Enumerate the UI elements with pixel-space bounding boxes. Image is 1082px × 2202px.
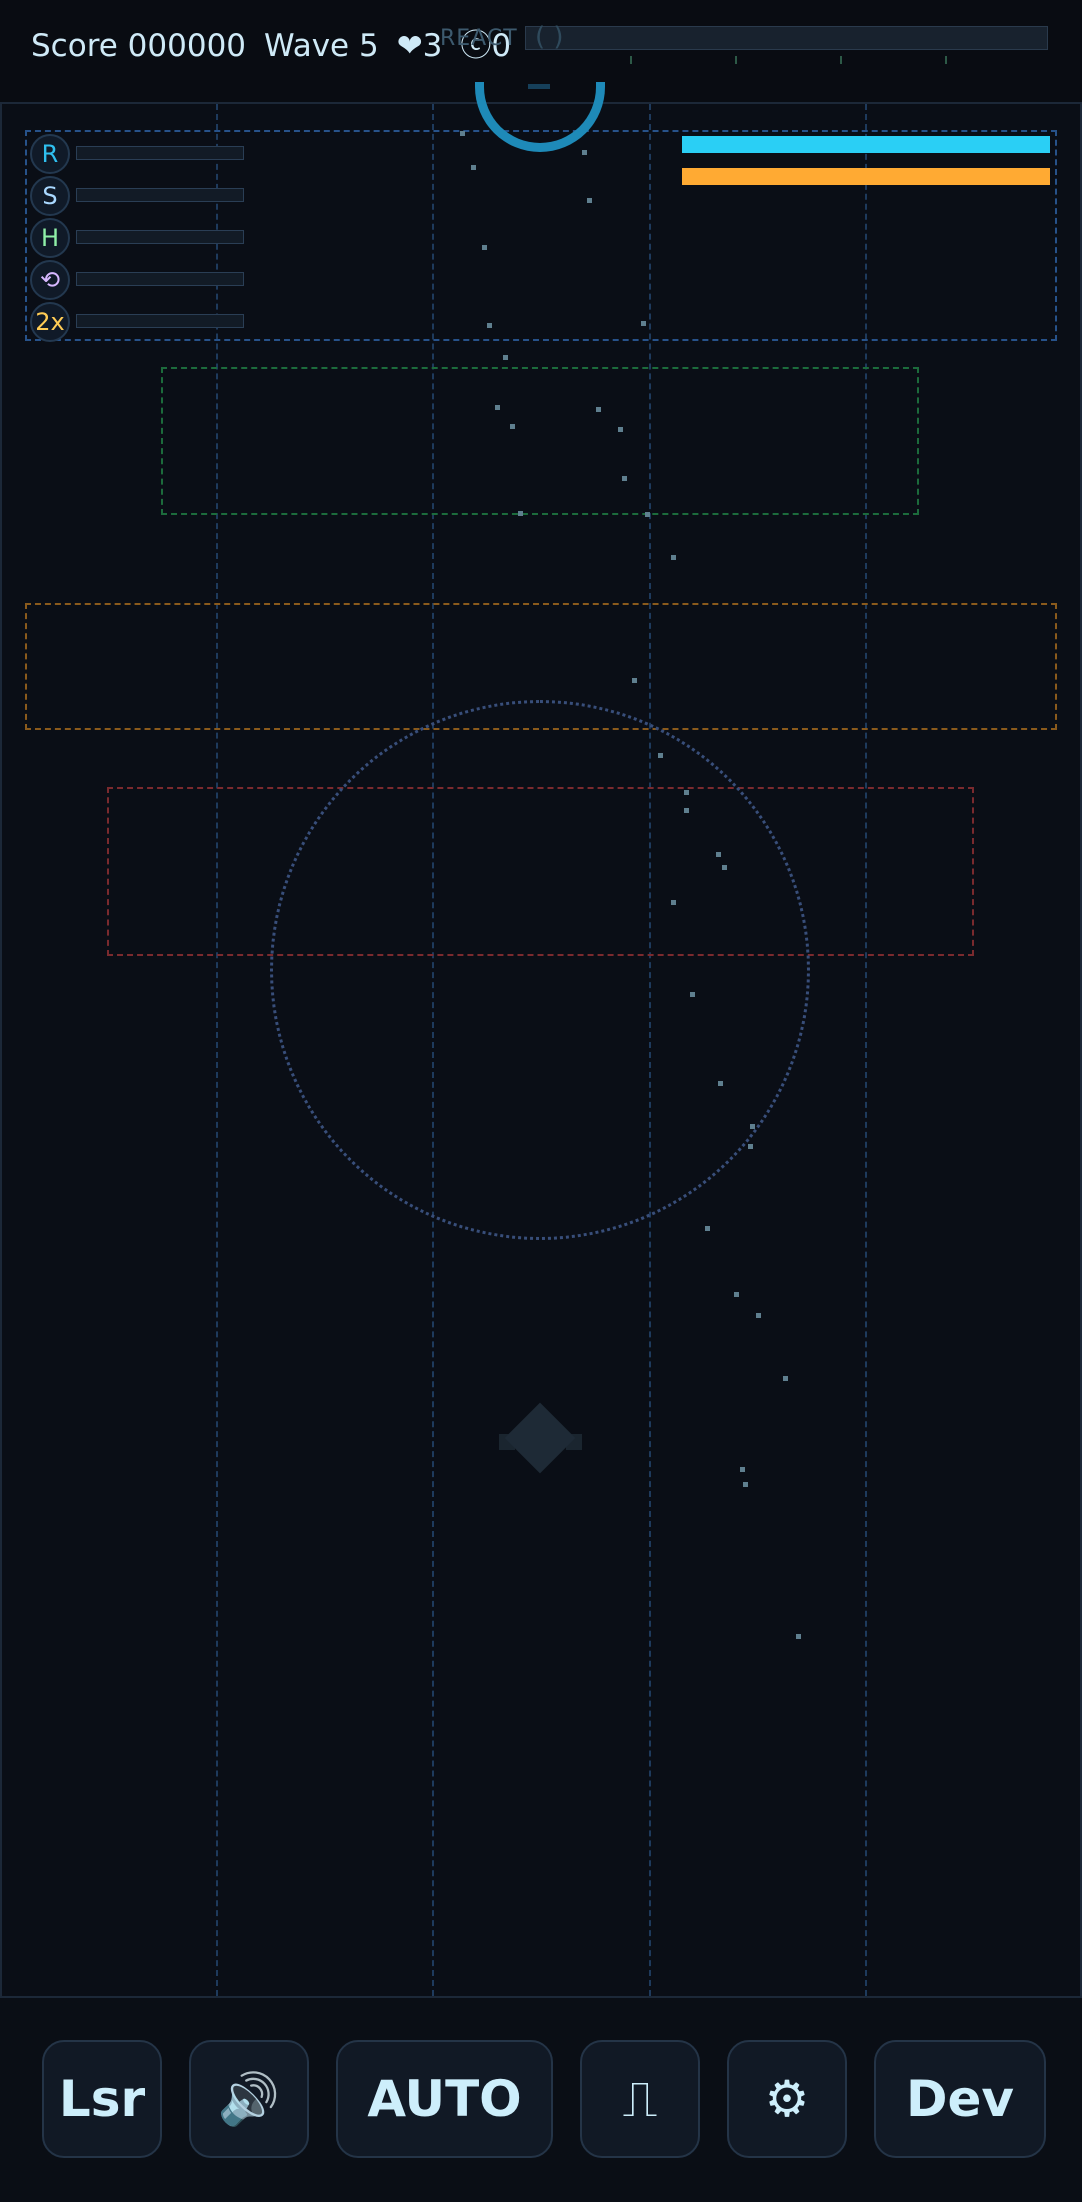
shield-meter [682, 136, 1050, 153]
green-zone [161, 367, 919, 515]
powerup-spread-timer [76, 188, 244, 202]
powerup-spread-icon[interactable]: S [30, 176, 70, 216]
react-meter [525, 26, 1048, 50]
particle [510, 424, 515, 429]
particle [518, 511, 523, 516]
particle [705, 1226, 710, 1231]
powerup-rewind-icon[interactable]: ⟲ [30, 260, 70, 300]
dev-button[interactable]: Dev [874, 2040, 1046, 2158]
particle [716, 852, 721, 857]
particle [622, 476, 627, 481]
react-tick [840, 56, 842, 64]
particle [658, 753, 663, 758]
powerup-heal-icon[interactable]: H [30, 218, 70, 258]
particle [748, 1144, 753, 1149]
powerup-double-timer [76, 314, 244, 328]
particle [596, 407, 601, 412]
laser-button[interactable]: Lsr [42, 2040, 162, 2158]
score-readout: Score 000000 [31, 28, 247, 64]
particle [756, 1313, 761, 1318]
particle [684, 808, 689, 813]
particle [684, 790, 689, 795]
particle [783, 1376, 788, 1381]
powerup-heal-timer [76, 230, 244, 244]
particle [796, 1634, 801, 1639]
powerup-rapid-timer [76, 146, 244, 160]
particle [487, 323, 492, 328]
particle [722, 865, 727, 870]
particle [632, 678, 637, 683]
particle [734, 1292, 739, 1297]
powerup-rapid-icon[interactable]: R [30, 134, 70, 174]
particle [618, 427, 623, 432]
particle [587, 198, 592, 203]
react-tick [735, 56, 737, 64]
particle [645, 512, 650, 517]
particle [750, 1124, 755, 1129]
settings-button[interactable]: ⚙ [727, 2040, 847, 2158]
particle [482, 245, 487, 250]
wave-readout: Wave 5 [264, 28, 379, 64]
sound-button[interactable]: 🔊 [189, 2040, 309, 2158]
target-radius [270, 700, 810, 1240]
particle [471, 165, 476, 170]
particle [718, 1081, 723, 1086]
energy-meter [682, 168, 1050, 185]
react-tick [945, 56, 947, 64]
particle [495, 405, 500, 410]
particle [671, 555, 676, 560]
particle [690, 992, 695, 997]
auto-button[interactable]: AUTO [336, 2040, 553, 2158]
particle [743, 1482, 748, 1487]
lives-readout: ❤3 [396, 28, 443, 64]
particle [582, 150, 587, 155]
powerup-double-icon[interactable]: 2x [30, 302, 70, 342]
react-label: REACT [440, 26, 518, 51]
particle [740, 1467, 745, 1472]
react-paren: ( ) [535, 22, 564, 52]
wave-button[interactable]: ⎍ [580, 2040, 700, 2158]
particle [503, 355, 508, 360]
particle [671, 900, 676, 905]
particle [460, 131, 465, 136]
react-tick [630, 56, 632, 64]
dock-marker [528, 84, 550, 89]
particle [641, 321, 646, 326]
powerup-rewind-timer [76, 272, 244, 286]
